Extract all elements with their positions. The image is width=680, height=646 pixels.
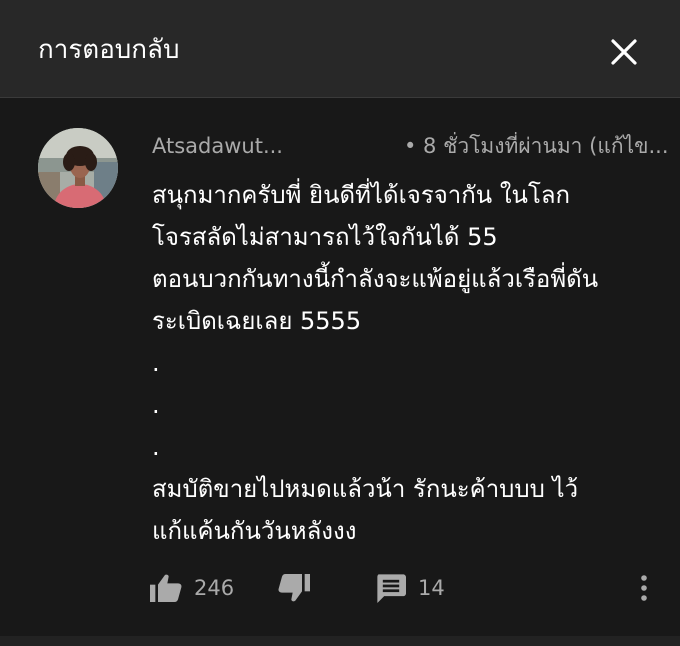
replies-panel: การตอบกลับ Atsadawut... • 8 ชั่วโมงที่ผ่…: [0, 0, 680, 646]
comment-item: Atsadawut... • 8 ชั่วโมงที่ผ่านมา (แก้ไข…: [0, 98, 680, 636]
comment-actions: 246 14: [0, 568, 680, 608]
thumb-down-icon: [278, 574, 310, 602]
divider: [0, 636, 680, 646]
comment-line: .: [152, 433, 160, 461]
comment-author[interactable]: Atsadawut...: [152, 132, 283, 160]
comment-line: สนุกมากครับพี่ ยินดีที่ได้เจรจากัน ในโลก: [152, 181, 571, 209]
dislike-button[interactable]: [278, 568, 310, 608]
comment-timestamp: • 8 ชั่วโมงที่ผ่านมา (แก้ไข...: [404, 134, 669, 158]
comment-line: สมบัติขายไปหมดแล้วน้า รักนะค้าบบบ ไว้: [152, 475, 579, 503]
like-button[interactable]: 246: [150, 568, 234, 608]
panel-header: การตอบกลับ: [0, 0, 680, 98]
comment-line: แก้แค้นกันวันหลังงง: [152, 517, 357, 545]
comment-line: โจรสลัดไม่สามารถไว้ใจกันได้ 55: [152, 223, 498, 251]
comment-line: .: [152, 349, 160, 377]
comment-text: สนุกมากครับพี่ ยินดีที่ได้เจรจากัน ในโลก…: [152, 174, 652, 552]
close-icon: [611, 39, 637, 65]
comment-line: ระเบิดเฉยเลย 5555: [152, 307, 362, 335]
reply-count: 14: [418, 576, 445, 600]
reply-button[interactable]: 14: [376, 568, 445, 608]
panel-title: การตอบกลับ: [38, 35, 180, 65]
close-button[interactable]: [598, 26, 650, 78]
comment-icon: [377, 574, 406, 603]
more-options-button[interactable]: [634, 568, 654, 608]
more-vert-icon: [641, 575, 647, 601]
thumb-up-icon: [150, 574, 182, 602]
comment-line: .: [152, 391, 160, 419]
avatar[interactable]: [38, 128, 118, 208]
comment-line: ตอนบวกกันทางนี้กำลังจะแพ้อยู่แล้วเรือพี่…: [152, 265, 599, 293]
like-count: 246: [194, 576, 235, 600]
